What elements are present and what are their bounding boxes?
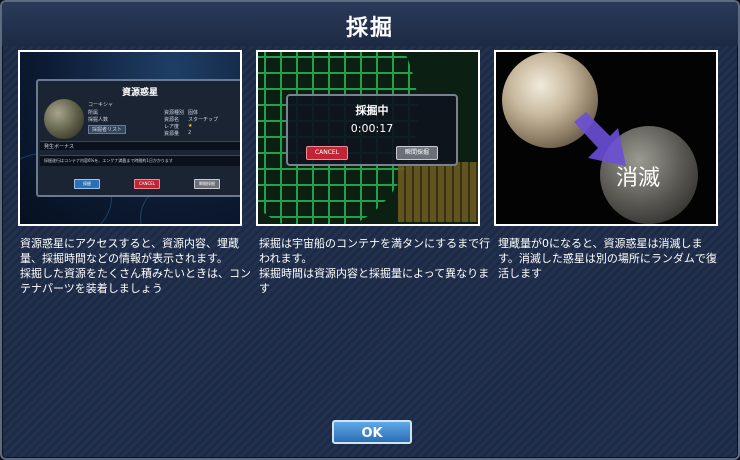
title-bar: 採掘	[2, 2, 738, 46]
resource-planet-window: 資源惑星 コーキシャ 所属 採掘人数 資源種別 資源名 レア度 資源量 固体 ス…	[36, 79, 240, 197]
rarity-star: ★	[188, 123, 193, 129]
ok-button[interactable]: OK	[332, 420, 412, 444]
bonus-label: 発生ボーナス	[44, 144, 75, 150]
cancel-button-preview: CANCEL	[306, 146, 348, 160]
mining-timer: 0:00:17	[350, 122, 394, 135]
planet-thumbnail	[44, 99, 84, 139]
instant-mine-button: 瞬間採掘	[396, 146, 438, 160]
miner-list-button: 採掘者リスト	[88, 125, 127, 134]
info-label: 所属	[88, 110, 99, 116]
depletion-label: 消滅	[616, 166, 661, 191]
mining-title: 採掘中	[355, 104, 389, 117]
caption-depletion: 埋蔵量が0になると、資源惑星は消滅します。消滅した惑星は別の場所にランダムで復活…	[498, 236, 722, 281]
caption-mining: 採掘は宇宙船のコンテナを満タンにするまで行われます。 採掘時間は資源内容と採掘量…	[259, 236, 491, 296]
cancel-button-preview: CANCEL	[134, 179, 160, 189]
info-label: 資源名	[164, 117, 180, 123]
info-value: 2	[188, 130, 192, 136]
mine-button: 採掘	[74, 179, 100, 189]
planet-name: コーキシャ	[88, 102, 114, 108]
caption-text: 資源惑星にアクセスすると、資源内容、埋蔵量、採掘時間などの情報が表示されます。	[20, 237, 240, 265]
resource-window-title: 資源惑星	[121, 88, 158, 98]
info-label: 資源種別	[164, 110, 185, 116]
caption-text: 採掘した資源をたくさん積みたいときは、コンテナパーツを装着しましょう	[20, 267, 251, 295]
instant-mine-button: 瞬間採掘	[194, 179, 220, 189]
ship-deck	[398, 162, 478, 222]
caption-resource-info: 資源惑星にアクセスすると、資源内容、埋蔵量、採掘時間などの情報が表示されます。 …	[20, 236, 252, 296]
caption-text: 採掘は宇宙船のコンテナを満タンにするまで行われます。	[259, 237, 491, 265]
tutorial-image-mining: 採掘中 0:00:17 CANCEL 瞬間採掘	[256, 50, 480, 226]
info-label: 資源量	[164, 131, 180, 137]
caption-text: 採掘時間は資源内容と採掘量によって異なります	[259, 267, 490, 295]
info-value: 固体	[188, 110, 199, 116]
bonus-band: 発生ボーナス	[40, 141, 240, 150]
help-dialog: 採掘 資源惑星 コーキシャ 所属 採掘人数 資源種別 資源名 レア度 資源量 固…	[0, 0, 740, 460]
mining-progress-window: 採掘中 0:00:17 CANCEL 瞬間採掘	[286, 94, 458, 166]
info-value: スターチップ	[188, 117, 219, 123]
tutorial-image-resource-info: 資源惑星 コーキシャ 所属 採掘人数 資源種別 資源名 レア度 資源量 固体 ス…	[18, 50, 242, 226]
dialog-title: 採掘	[345, 16, 394, 41]
note-band: 採掘遂行はコンテナ内容6%を、エンゲナ満載まで時間約1日かかります	[40, 155, 240, 166]
caption-text: 埋蔵量が0になると、資源惑星は消滅します。消滅した惑星は別の場所にランダムで復活…	[498, 237, 717, 280]
tutorial-image-depletion: 消滅	[494, 50, 718, 226]
mining-note: 採掘遂行はコンテナ内容6%を、エンゲナ満載まで時間約1日かかります	[44, 158, 173, 163]
info-label: 採掘人数	[88, 117, 109, 123]
info-label: レア度	[164, 124, 180, 130]
